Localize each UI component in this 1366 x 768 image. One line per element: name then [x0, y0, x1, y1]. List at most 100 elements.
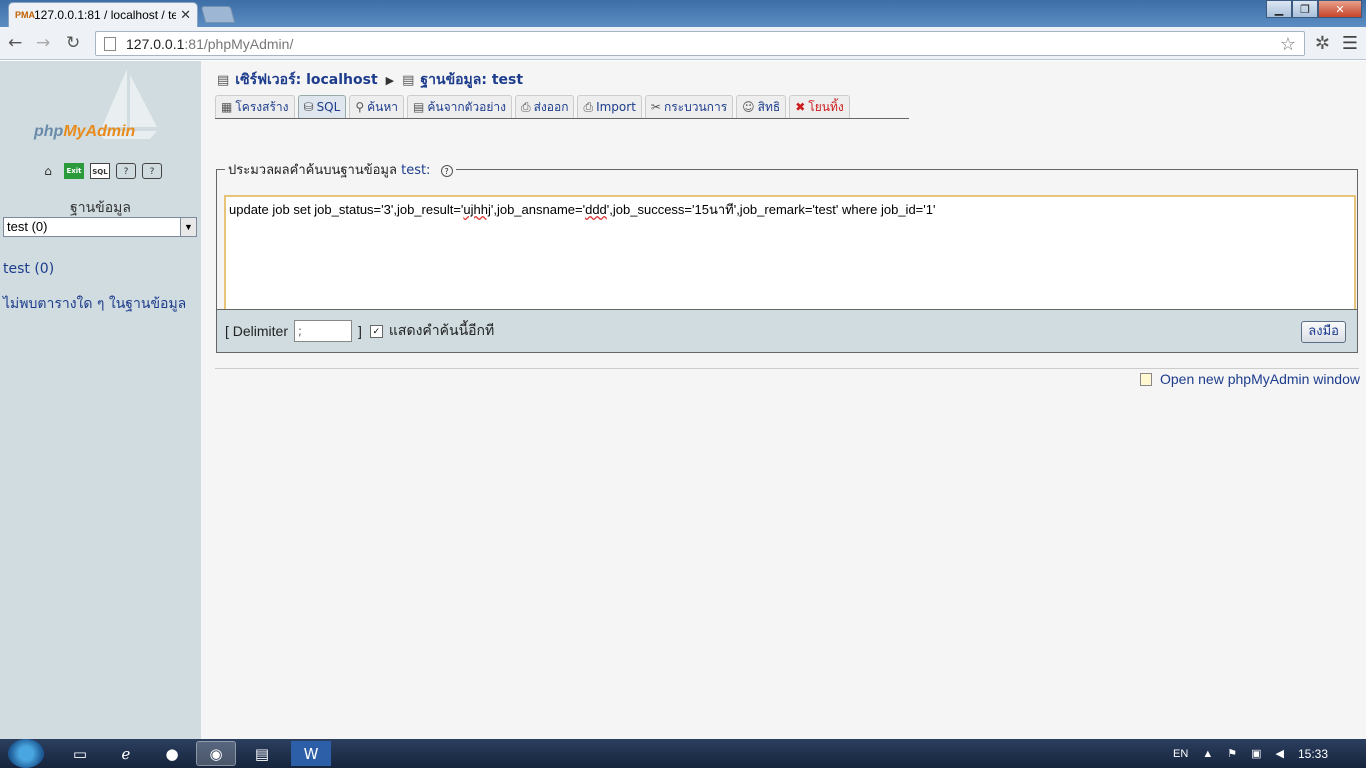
tab-privileges[interactable]: ☺ สิทธิ: [736, 95, 787, 118]
query-legend: ประมวลผลคำค้นบนฐานข้อมูล test: ?: [225, 159, 456, 180]
tab-import[interactable]: ⎙ Import: [577, 95, 642, 118]
sql-textarea[interactable]: update job set job_status='3',job_result…: [224, 195, 1356, 322]
clock[interactable]: 15:33: [1298, 747, 1328, 761]
go-button[interactable]: ลงมือ: [1301, 321, 1346, 343]
word-icon[interactable]: W: [291, 741, 331, 766]
browser-tab[interactable]: PMA 127.0.0.1:81 / localhost / test ✕: [8, 2, 198, 27]
start-button[interactable]: [8, 739, 44, 768]
internet-explorer-icon[interactable]: ℯ: [106, 741, 146, 766]
tab-label: โครงสร้าง: [235, 99, 289, 114]
home-icon[interactable]: ⌂: [38, 163, 58, 179]
sql-text-misspelled: ujhhj: [463, 202, 491, 217]
sidebar-db-link[interactable]: test (0): [3, 261, 54, 277]
url-host: 127.0.0.1: [126, 35, 185, 52]
system-tray: EN ▲ ⚑ ▣ ◀ 15:33: [1173, 739, 1366, 768]
network-icon[interactable]: ▣: [1251, 747, 1261, 760]
no-tables-message: ไม่พบตารางใด ๆ ในฐานข้อมูล: [3, 296, 187, 312]
breadcrumb-server[interactable]: เซิร์ฟเวอร์: localhost: [235, 69, 377, 91]
new-window-link[interactable]: Open new phpMyAdmin window: [1140, 371, 1360, 387]
new-tab-button[interactable]: [200, 6, 236, 23]
delimiter-input[interactable]: ;: [294, 320, 353, 342]
chevron-down-icon[interactable]: ▼: [180, 218, 196, 236]
volume-icon[interactable]: ◀: [1276, 747, 1284, 760]
tab-label: สิทธิ: [757, 99, 781, 114]
reload-icon[interactable]: ↻: [66, 33, 80, 53]
tab-search[interactable]: ⚲ ค้นหา: [349, 95, 404, 118]
database-label: ฐานข้อมูล: [70, 200, 131, 216]
tab-operations[interactable]: ✂ กระบวนการ: [644, 95, 734, 118]
sql-query-fieldset: ประมวลผลคำค้นบนฐานข้อมูล test: ? update …: [216, 159, 1358, 322]
new-window-icon: [1140, 372, 1152, 386]
file-manager-icon[interactable]: ▤: [242, 741, 282, 766]
sql-text-part: ',job_success='15นาที',job_remark='test'…: [606, 202, 936, 217]
flag-icon[interactable]: ⚑: [1227, 747, 1237, 760]
tab-label: กระบวนการ: [663, 99, 728, 114]
sql-text-misspelled: ddd: [585, 202, 607, 217]
db-tabs: ▦ โครงสร้าง ⛁ SQL ⚲ ค้นหา ▤ ค้นจากตัวอย่าง ⎙…: [215, 95, 909, 119]
bookmark-star-icon[interactable]: ☆: [1280, 34, 1296, 55]
tab-label: โยนทิ้ง: [808, 99, 844, 114]
tab-close-icon[interactable]: ✕: [180, 8, 191, 23]
documentation-icon[interactable]: ?: [116, 163, 136, 179]
tab-label: ค้นจากตัวอย่าง: [427, 99, 506, 114]
divider: [215, 368, 1359, 369]
sql-icon: ⛁: [303, 100, 314, 114]
delimiter-label: [ Delimiter: [225, 323, 289, 339]
sidebar-icon-row: ⌂ Exit SQL ? ?: [38, 163, 162, 179]
firefox-icon[interactable]: ●: [152, 741, 192, 766]
database-select[interactable]: test (0) ▼: [3, 217, 197, 237]
tab-label: ค้นหา: [367, 99, 398, 114]
show-query-checkbox[interactable]: ✓: [369, 324, 383, 338]
query-legend-text: ประมวลผลคำค้นบนฐานข้อมูล: [228, 163, 397, 178]
export-icon: ⎙: [520, 99, 531, 114]
database-icon: ▤: [402, 72, 415, 88]
tab-structure[interactable]: ▦ โครงสร้าง: [215, 95, 295, 118]
extension-icon[interactable]: ✲: [1315, 33, 1330, 54]
page-icon: [104, 36, 116, 51]
language-indicator[interactable]: EN: [1173, 748, 1188, 760]
query-legend-db[interactable]: test:: [401, 163, 430, 178]
chrome-icon[interactable]: ◉: [196, 741, 236, 766]
windows-taskbar: ▭ ℯ ● ◉ ▤ W EN ▲ ⚑ ▣ ◀ 15:33: [0, 739, 1366, 768]
url-path: :81/phpMyAdmin/: [184, 35, 294, 52]
tab-drop[interactable]: ✖ โยนทิ้ง: [789, 95, 850, 118]
users-icon: ☺: [742, 100, 755, 114]
sql-text-part: update job set job_status='3',job_result…: [229, 202, 464, 217]
tray-arrow-icon[interactable]: ▲: [1202, 748, 1213, 760]
logo-myadmin: MyAdmin: [63, 123, 136, 140]
drop-x-icon: ✖: [795, 100, 806, 114]
tab-label: ส่งออก: [533, 99, 569, 114]
address-bar[interactable]: 127.0.0.1:81/phpMyAdmin/ ☆: [95, 31, 1305, 56]
phpmyadmin-logo[interactable]: phpMyAdmin: [34, 123, 135, 141]
query-options-bar: [ Delimiter ; ] ✓ แสดงคำค้นนี้อีกที ลงมื…: [216, 309, 1358, 353]
search-icon: ⚲: [355, 100, 365, 114]
main-content: ▤ เซิร์ฟเวอร์: localhost ▶ ▤ ฐานข้อมูล: …: [201, 61, 1366, 739]
tab-export[interactable]: ⎙ ส่งออก: [514, 95, 575, 118]
explorer-folder-icon[interactable]: ▭: [60, 741, 100, 766]
breadcrumb-arrow-icon: ▶: [385, 73, 395, 87]
show-query-label[interactable]: แสดงคำค้นนี้อีกที: [389, 320, 494, 342]
tab-sql[interactable]: ⛁ SQL: [297, 95, 347, 118]
forward-arrow-icon[interactable]: →: [36, 33, 50, 53]
wiki-icon[interactable]: ?: [142, 163, 162, 179]
tab-title: 127.0.0.1:81 / localhost / test: [34, 8, 177, 22]
server-icon: ▤: [217, 72, 230, 88]
help-icon[interactable]: ?: [440, 164, 453, 177]
tools-icon: ✂: [650, 100, 661, 114]
breadcrumb-database[interactable]: ฐานข้อมูล: test: [420, 69, 523, 91]
minimize-button[interactable]: ▁: [1266, 0, 1292, 18]
structure-icon: ▦: [221, 100, 233, 114]
menu-icon[interactable]: ☰: [1342, 33, 1358, 54]
window-controls: ▁ ❐ ✕: [1266, 0, 1362, 18]
new-window-link-text: Open new phpMyAdmin window: [1160, 371, 1360, 387]
exit-icon[interactable]: Exit: [64, 163, 84, 179]
sql-query-icon[interactable]: SQL: [90, 163, 110, 179]
delimiter-label-close: ]: [358, 323, 362, 339]
tab-query-by-example[interactable]: ▤ ค้นจากตัวอย่าง: [407, 95, 512, 118]
tab-label: SQL: [316, 100, 341, 114]
back-arrow-icon[interactable]: ←: [8, 33, 22, 53]
pma-favicon-icon: PMA: [15, 10, 35, 20]
close-window-button[interactable]: ✕: [1318, 0, 1362, 18]
maximize-button[interactable]: ❐: [1292, 0, 1318, 18]
browser-titlebar: PMA 127.0.0.1:81 / localhost / test ✕ ▁ …: [0, 0, 1366, 27]
